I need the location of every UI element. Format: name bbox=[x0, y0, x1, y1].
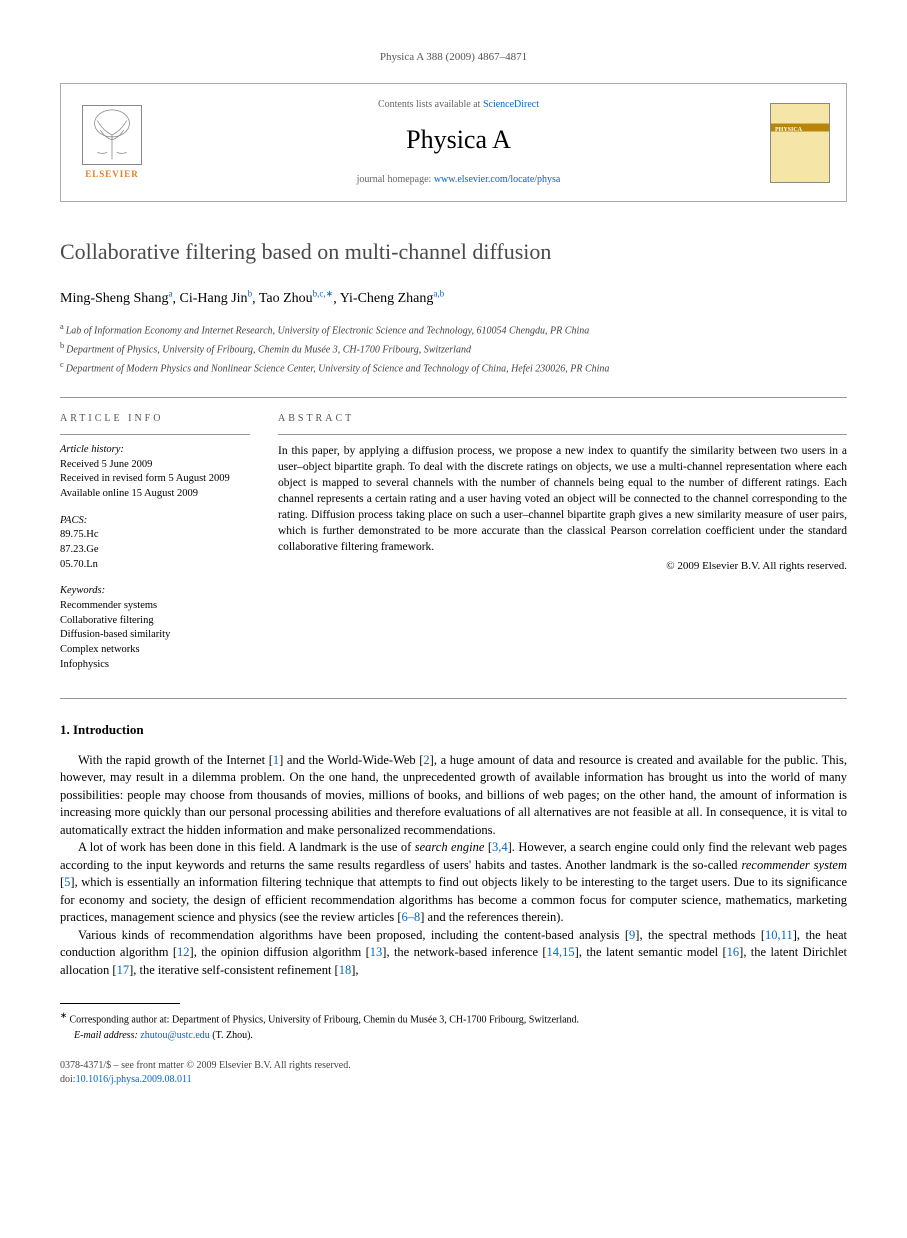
author-4: Yi-Cheng Zhanga,b bbox=[340, 291, 444, 306]
doi-line: doi:10.1016/j.physa.2009.08.011 bbox=[60, 1073, 847, 1087]
ref-link[interactable]: 16 bbox=[727, 945, 740, 959]
elsevier-logo: ELSEVIER bbox=[77, 103, 147, 183]
corresponding-footnote: ∗ Corresponding author at: Department of… bbox=[60, 1010, 847, 1027]
abstract-copyright: © 2009 Elsevier B.V. All rights reserved… bbox=[278, 559, 847, 574]
article-history: Article history: Received 5 June 2009 Re… bbox=[60, 443, 250, 502]
pacs-code: 89.75.Hc bbox=[60, 529, 99, 540]
author-1: Ming-Sheng Shanga bbox=[60, 291, 173, 306]
aff-link[interactable]: a,b bbox=[433, 289, 444, 299]
author-3: Tao Zhoub,c,∗ bbox=[259, 291, 333, 306]
body-paragraph: With the rapid growth of the Internet [1… bbox=[60, 752, 847, 840]
affiliation-a: aLab of Information Economy and Internet… bbox=[60, 321, 847, 338]
journal-header-box: ELSEVIER Contents lists available at Sci… bbox=[60, 83, 847, 201]
aff-link[interactable]: a bbox=[169, 289, 173, 299]
contents-prefix: Contents lists available at bbox=[378, 99, 483, 110]
article-info-label: article info bbox=[60, 412, 250, 426]
homepage-prefix: journal homepage: bbox=[357, 174, 434, 185]
keywords-label: Keywords: bbox=[60, 585, 105, 596]
history-item: Received 5 June 2009 bbox=[60, 459, 152, 470]
elsevier-tree-icon bbox=[82, 105, 142, 165]
journal-homepage: journal homepage: www.elsevier.com/locat… bbox=[147, 173, 770, 187]
body-paragraph: A lot of work has been done in this fiel… bbox=[60, 839, 847, 927]
ref-link[interactable]: 13 bbox=[370, 945, 383, 959]
email-link[interactable]: zhutou@ustc.edu bbox=[140, 1030, 209, 1041]
section-heading-intro: 1. Introduction bbox=[60, 721, 847, 739]
keyword: Diffusion-based similarity bbox=[60, 629, 170, 640]
abstract-column: abstract In this paper, by applying a di… bbox=[278, 412, 847, 685]
keyword: Complex networks bbox=[60, 644, 140, 655]
divider bbox=[60, 698, 847, 699]
pacs-code: 05.70.Ln bbox=[60, 559, 98, 570]
keyword: Collaborative filtering bbox=[60, 615, 154, 626]
ref-link[interactable]: 12 bbox=[177, 945, 190, 959]
issn-line: 0378-4371/$ – see front matter © 2009 El… bbox=[60, 1059, 847, 1073]
history-item: Available online 15 August 2009 bbox=[60, 488, 198, 499]
pacs-block: PACS: 89.75.Hc 87.23.Ge 05.70.Ln bbox=[60, 514, 250, 573]
aff-link[interactable]: b bbox=[248, 289, 253, 299]
keyword: Infophysics bbox=[60, 659, 109, 670]
ref-link[interactable]: 10,11 bbox=[765, 928, 793, 942]
email-footnote: E-mail address: zhutou@ustc.edu (T. Zhou… bbox=[60, 1029, 847, 1043]
ref-link[interactable]: 6–8 bbox=[402, 910, 421, 924]
sciencedirect-link[interactable]: ScienceDirect bbox=[483, 99, 539, 110]
keywords-block: Keywords: Recommender systems Collaborat… bbox=[60, 584, 250, 672]
aff-link[interactable]: b,c, bbox=[313, 289, 326, 299]
journal-name: Physica A bbox=[147, 122, 770, 158]
affiliation-b: bDepartment of Physics, University of Fr… bbox=[60, 340, 847, 357]
article-info-column: article info Article history: Received 5… bbox=[60, 412, 250, 685]
ref-link[interactable]: 14,15 bbox=[547, 945, 575, 959]
footnote-separator bbox=[60, 1003, 180, 1004]
article-title: Collaborative filtering based on multi-c… bbox=[60, 237, 847, 268]
doi-link[interactable]: 10.1016/j.physa.2009.08.011 bbox=[76, 1074, 192, 1085]
ref-link[interactable]: 18 bbox=[339, 963, 352, 977]
history-label: Article history: bbox=[60, 444, 124, 455]
pacs-label: PACS: bbox=[60, 515, 87, 526]
affiliation-c: cDepartment of Modern Physics and Nonlin… bbox=[60, 359, 847, 376]
pacs-code: 87.23.Ge bbox=[60, 544, 99, 555]
divider bbox=[60, 434, 250, 435]
homepage-link[interactable]: www.elsevier.com/locate/physa bbox=[434, 174, 561, 185]
abstract-text: In this paper, by applying a diffusion p… bbox=[278, 443, 847, 556]
body-paragraph: Various kinds of recommendation algorith… bbox=[60, 927, 847, 980]
elsevier-text: ELSEVIER bbox=[85, 168, 139, 181]
divider bbox=[60, 397, 847, 398]
keyword: Recommender systems bbox=[60, 600, 157, 611]
affiliations: aLab of Information Economy and Internet… bbox=[60, 321, 847, 377]
author-list: Ming-Sheng Shanga, Ci-Hang Jinb, Tao Zho… bbox=[60, 288, 847, 309]
corresponding-mark[interactable]: ∗ bbox=[326, 289, 334, 299]
journal-cover-thumbnail bbox=[770, 103, 830, 183]
footer-block: 0378-4371/$ – see front matter © 2009 El… bbox=[60, 1059, 847, 1087]
abstract-label: abstract bbox=[278, 412, 847, 426]
contents-available: Contents lists available at ScienceDirec… bbox=[147, 98, 770, 112]
ref-link[interactable]: 17 bbox=[117, 963, 130, 977]
author-2: Ci-Hang Jinb bbox=[180, 291, 253, 306]
history-item: Received in revised form 5 August 2009 bbox=[60, 473, 230, 484]
ref-link[interactable]: 3,4 bbox=[492, 840, 508, 854]
divider bbox=[278, 434, 847, 435]
header-citation: Physica A 388 (2009) 4867–4871 bbox=[60, 50, 847, 65]
